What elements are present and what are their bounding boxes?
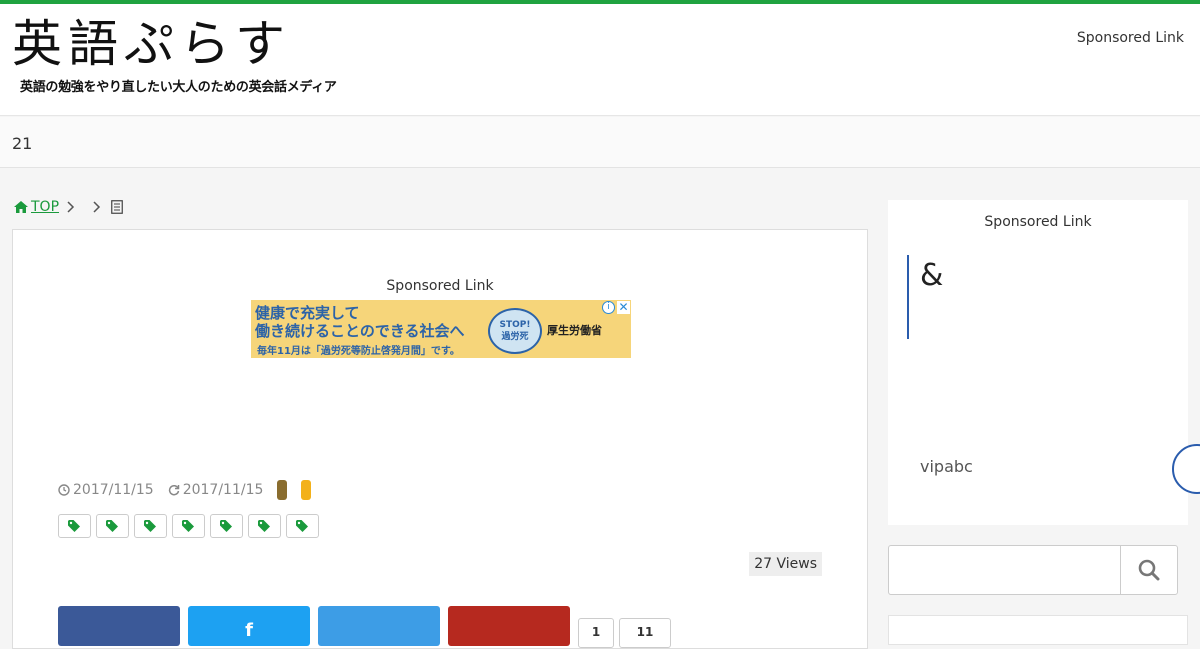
header-sponsored-label: Sponsored Link: [1076, 30, 1184, 46]
site-logo[interactable]: 英語ぷらす 英語の勉強をやり直したい大人のための英会話メディア: [12, 14, 337, 100]
global-nav: 21: [0, 117, 1200, 168]
breadcrumb-home-label: TOP: [31, 199, 60, 215]
tag-item[interactable]: [172, 514, 205, 538]
article-card: Sponsored Link 健康で充実して 働き続けることのできる社会へ 毎年…: [12, 229, 868, 649]
share-count-button[interactable]: 11: [619, 618, 671, 648]
ad-stop-badge: STOP! 過労死: [488, 308, 542, 354]
twitter-share-button[interactable]: f: [188, 606, 310, 646]
share-buttons: f 1 11: [58, 606, 676, 648]
logo-tagline: 英語の勉強をやり直したい大人のための英会話メディア: [20, 80, 337, 95]
breadcrumb: TOP: [14, 196, 123, 218]
tag-icon: [182, 520, 194, 532]
breadcrumb-home-link[interactable]: TOP: [14, 199, 59, 215]
search-button[interactable]: [1121, 546, 1177, 594]
tag-list: [58, 514, 324, 538]
ad-headline-2: 働き続けることのできる社会へ: [255, 322, 465, 340]
quote-bar: [907, 255, 909, 339]
pocket-share-button[interactable]: [448, 606, 570, 646]
published-date-text: 2017/11/15: [73, 482, 154, 498]
tag-item[interactable]: [248, 514, 281, 538]
post-meta: 2017/11/15 2017/11/15: [58, 480, 325, 500]
tag-icon: [68, 520, 80, 532]
view-count: 27 Views: [749, 552, 822, 576]
tag-item[interactable]: [58, 514, 91, 538]
tag-item[interactable]: [286, 514, 319, 538]
ad-caption: 毎年11月は「過労死等防止啓発月間」です。: [257, 346, 460, 357]
tag-item[interactable]: [134, 514, 167, 538]
hatena-share-button[interactable]: [318, 606, 440, 646]
tag-icon: [258, 520, 270, 532]
nav-text[interactable]: 21: [12, 134, 32, 153]
tag-icon: [106, 520, 118, 532]
ad-close-icon[interactable]: ✕: [617, 301, 630, 314]
search-form: [888, 545, 1178, 595]
updated-date: 2017/11/15: [168, 482, 264, 498]
ad-info-icon[interactable]: i: [602, 301, 615, 314]
site-header: 英語ぷらす 英語の勉強をやり直したい大人のための英会話メディア Sponsore…: [0, 4, 1200, 116]
tag-icon: [296, 520, 308, 532]
sidebar-ad-widget: Sponsored Link & vipabc: [888, 200, 1200, 525]
search-icon: [1138, 559, 1160, 581]
updated-date-text: 2017/11/15: [182, 482, 264, 498]
category-badge[interactable]: [301, 480, 312, 500]
refresh-icon: [168, 484, 179, 496]
clock-icon: [58, 484, 70, 496]
tag-item[interactable]: [96, 514, 129, 538]
category-badge[interactable]: [277, 480, 288, 500]
article-sponsored-label: Sponsored Link: [386, 278, 494, 294]
sidebar-sponsored-label: Sponsored Link: [984, 214, 1092, 230]
search-input[interactable]: [889, 546, 1121, 594]
tag-item[interactable]: [210, 514, 243, 538]
sidebar-brand-text[interactable]: vipabc: [920, 457, 973, 476]
ad-sponsor-name: 厚生労働省: [547, 324, 602, 337]
ad-banner[interactable]: 健康で充実して 働き続けることのできる社会へ 毎年11月は「過労死等防止啓発月間…: [251, 300, 631, 358]
ad-badge-top: STOP!: [499, 320, 531, 330]
facebook-share-button[interactable]: [58, 606, 180, 646]
twitter-share-label: f: [245, 620, 253, 641]
ad-badge-bottom: 過労死: [501, 332, 529, 342]
home-icon: [14, 201, 28, 213]
sidebar-amp-text: &: [920, 258, 944, 293]
share-count-button[interactable]: 1: [578, 618, 614, 648]
logo-title: 英語ぷらす: [12, 15, 291, 73]
tag-icon: [144, 520, 156, 532]
document-icon: [111, 200, 123, 214]
chevron-right-icon: [67, 201, 75, 213]
sidebar-next-widget: [888, 615, 1188, 645]
published-date: 2017/11/15: [58, 482, 154, 498]
tag-icon: [220, 520, 232, 532]
sidebar-circle-button[interactable]: [1172, 444, 1200, 494]
chevron-right-icon: [93, 201, 101, 213]
